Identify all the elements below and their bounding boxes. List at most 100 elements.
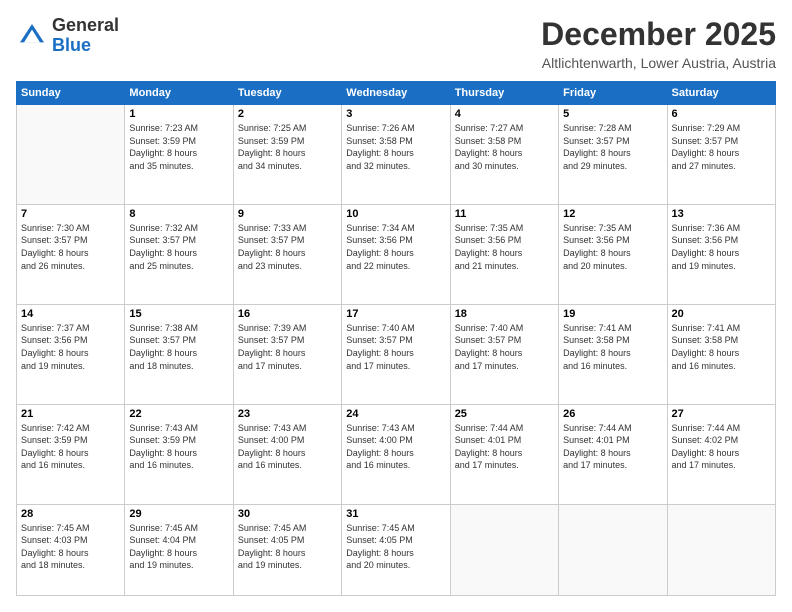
day-cell: 8 Sunrise: 7:32 AM Sunset: 3:57 PM Daylig… — [125, 204, 233, 304]
day-number: 30 — [238, 508, 337, 520]
week-row-1: 7 Sunrise: 7:30 AM Sunset: 3:57 PM Daylig… — [17, 204, 776, 304]
day-info: Sunrise: 7:43 AM Sunset: 3:59 PM Dayligh… — [129, 422, 228, 472]
weekday-header-wednesday: Wednesday — [342, 82, 450, 105]
day-cell: 5 Sunrise: 7:28 AM Sunset: 3:57 PM Daylig… — [559, 105, 667, 205]
day-info: Sunrise: 7:35 AM Sunset: 3:56 PM Dayligh… — [563, 222, 662, 272]
day-info: Sunrise: 7:29 AM Sunset: 3:57 PM Dayligh… — [672, 122, 771, 172]
weekday-header-friday: Friday — [559, 82, 667, 105]
day-cell: 1 Sunrise: 7:23 AM Sunset: 3:59 PM Daylig… — [125, 105, 233, 205]
day-number: 5 — [563, 108, 662, 120]
day-info: Sunrise: 7:44 AM Sunset: 4:01 PM Dayligh… — [563, 422, 662, 472]
logo: General Blue — [16, 16, 119, 56]
day-number: 1 — [129, 108, 228, 120]
logo-text: General Blue — [52, 16, 119, 56]
week-row-3: 21 Sunrise: 7:42 AM Sunset: 3:59 PM Dayli… — [17, 404, 776, 504]
day-cell: 24 Sunrise: 7:43 AM Sunset: 4:00 PM Dayli… — [342, 404, 450, 504]
day-info: Sunrise: 7:43 AM Sunset: 4:00 PM Dayligh… — [346, 422, 445, 472]
day-number: 12 — [563, 208, 662, 220]
page: General Blue December 2025 Altlichtenwar… — [0, 0, 792, 612]
day-number: 24 — [346, 408, 445, 420]
day-cell: 18 Sunrise: 7:40 AM Sunset: 3:57 PM Dayli… — [450, 304, 558, 404]
day-number: 20 — [672, 308, 771, 320]
day-cell: 21 Sunrise: 7:42 AM Sunset: 3:59 PM Dayli… — [17, 404, 125, 504]
day-info: Sunrise: 7:35 AM Sunset: 3:56 PM Dayligh… — [455, 222, 554, 272]
day-number: 31 — [346, 508, 445, 520]
day-number: 13 — [672, 208, 771, 220]
day-number: 16 — [238, 308, 337, 320]
day-cell: 12 Sunrise: 7:35 AM Sunset: 3:56 PM Dayli… — [559, 204, 667, 304]
day-info: Sunrise: 7:45 AM Sunset: 4:05 PM Dayligh… — [238, 522, 337, 572]
day-cell: 13 Sunrise: 7:36 AM Sunset: 3:56 PM Dayli… — [667, 204, 775, 304]
weekday-header-sunday: Sunday — [17, 82, 125, 105]
day-info: Sunrise: 7:36 AM Sunset: 3:56 PM Dayligh… — [672, 222, 771, 272]
day-info: Sunrise: 7:39 AM Sunset: 3:57 PM Dayligh… — [238, 322, 337, 372]
week-row-2: 14Sunrise: 7:37 AM Sunset: 3:56 PM Dayli… — [17, 304, 776, 404]
day-number: 4 — [455, 108, 554, 120]
weekday-header-thursday: Thursday — [450, 82, 558, 105]
day-info: Sunrise: 7:44 AM Sunset: 4:02 PM Dayligh… — [672, 422, 771, 472]
logo-general: General — [52, 15, 119, 35]
weekday-header-monday: Monday — [125, 82, 233, 105]
day-cell — [667, 504, 775, 595]
day-cell: 31 Sunrise: 7:45 AM Sunset: 4:05 PM Dayli… — [342, 504, 450, 595]
day-cell: 20 Sunrise: 7:41 AM Sunset: 3:58 PM Dayli… — [667, 304, 775, 404]
day-cell — [17, 105, 125, 205]
day-info: Sunrise: 7:42 AM Sunset: 3:59 PM Dayligh… — [21, 422, 120, 472]
day-number: 6 — [672, 108, 771, 120]
day-info: Sunrise: 7:41 AM Sunset: 3:58 PM Dayligh… — [563, 322, 662, 372]
day-number: 3 — [346, 108, 445, 120]
day-number: 8 — [129, 208, 228, 220]
day-number: 28 — [21, 508, 120, 520]
day-number: 18 — [455, 308, 554, 320]
day-cell: 11Sunrise: 7:35 AM Sunset: 3:56 PM Dayli… — [450, 204, 558, 304]
day-cell: 23Sunrise: 7:43 AM Sunset: 4:00 PM Dayli… — [233, 404, 341, 504]
day-cell — [450, 504, 558, 595]
day-info: Sunrise: 7:26 AM Sunset: 3:58 PM Dayligh… — [346, 122, 445, 172]
day-number: 14 — [21, 308, 120, 320]
title-block: December 2025 Altlichtenwarth, Lower Aus… — [541, 16, 776, 71]
day-cell: 9Sunrise: 7:33 AM Sunset: 3:57 PM Daylig… — [233, 204, 341, 304]
day-number: 21 — [21, 408, 120, 420]
weekday-header-row: SundayMondayTuesdayWednesdayThursdayFrid… — [17, 82, 776, 105]
weekday-header-tuesday: Tuesday — [233, 82, 341, 105]
day-info: Sunrise: 7:40 AM Sunset: 3:57 PM Dayligh… — [346, 322, 445, 372]
day-info: Sunrise: 7:44 AM Sunset: 4:01 PM Dayligh… — [455, 422, 554, 472]
day-info: Sunrise: 7:27 AM Sunset: 3:58 PM Dayligh… — [455, 122, 554, 172]
day-cell: 17 Sunrise: 7:40 AM Sunset: 3:57 PM Dayli… — [342, 304, 450, 404]
day-info: Sunrise: 7:40 AM Sunset: 3:57 PM Dayligh… — [455, 322, 554, 372]
day-info: Sunrise: 7:45 AM Sunset: 4:05 PM Dayligh… — [346, 522, 445, 572]
week-row-0: 1 Sunrise: 7:23 AM Sunset: 3:59 PM Daylig… — [17, 105, 776, 205]
day-info: Sunrise: 7:30 AM Sunset: 3:57 PM Dayligh… — [21, 222, 120, 272]
day-number: 29 — [129, 508, 228, 520]
day-info: Sunrise: 7:34 AM Sunset: 3:56 PM Dayligh… — [346, 222, 445, 272]
day-cell: 22 Sunrise: 7:43 AM Sunset: 3:59 PM Dayli… — [125, 404, 233, 504]
day-cell: 29Sunrise: 7:45 AM Sunset: 4:04 PM Dayli… — [125, 504, 233, 595]
day-number: 7 — [21, 208, 120, 220]
day-cell: 3 Sunrise: 7:26 AM Sunset: 3:58 PM Daylig… — [342, 105, 450, 205]
day-info: Sunrise: 7:28 AM Sunset: 3:57 PM Dayligh… — [563, 122, 662, 172]
day-cell — [559, 504, 667, 595]
week-row-4: 28 Sunrise: 7:45 AM Sunset: 4:03 PM Dayli… — [17, 504, 776, 595]
calendar-table: SundayMondayTuesdayWednesdayThursdayFrid… — [16, 81, 776, 596]
day-cell: 30 Sunrise: 7:45 AM Sunset: 4:05 PM Dayli… — [233, 504, 341, 595]
day-cell: 25 Sunrise: 7:44 AM Sunset: 4:01 PM Dayli… — [450, 404, 558, 504]
day-number: 22 — [129, 408, 228, 420]
day-info: Sunrise: 7:45 AM Sunset: 4:03 PM Dayligh… — [21, 522, 120, 572]
day-number: 10 — [346, 208, 445, 220]
day-info: Sunrise: 7:43 AM Sunset: 4:00 PM Dayligh… — [238, 422, 337, 472]
day-info: Sunrise: 7:41 AM Sunset: 3:58 PM Dayligh… — [672, 322, 771, 372]
day-info: Sunrise: 7:33 AM Sunset: 3:57 PM Dayligh… — [238, 222, 337, 272]
day-number: 26 — [563, 408, 662, 420]
day-cell: 4 Sunrise: 7:27 AM Sunset: 3:58 PM Daylig… — [450, 105, 558, 205]
day-info: Sunrise: 7:23 AM Sunset: 3:59 PM Dayligh… — [129, 122, 228, 172]
day-info: Sunrise: 7:25 AM Sunset: 3:59 PM Dayligh… — [238, 122, 337, 172]
day-number: 15 — [129, 308, 228, 320]
day-number: 25 — [455, 408, 554, 420]
day-cell: 26 Sunrise: 7:44 AM Sunset: 4:01 PM Dayli… — [559, 404, 667, 504]
day-number: 2 — [238, 108, 337, 120]
day-number: 17 — [346, 308, 445, 320]
logo-blue: Blue — [52, 35, 91, 55]
day-cell: 15 Sunrise: 7:38 AM Sunset: 3:57 PM Dayli… — [125, 304, 233, 404]
day-info: Sunrise: 7:38 AM Sunset: 3:57 PM Dayligh… — [129, 322, 228, 372]
day-info: Sunrise: 7:32 AM Sunset: 3:57 PM Dayligh… — [129, 222, 228, 272]
